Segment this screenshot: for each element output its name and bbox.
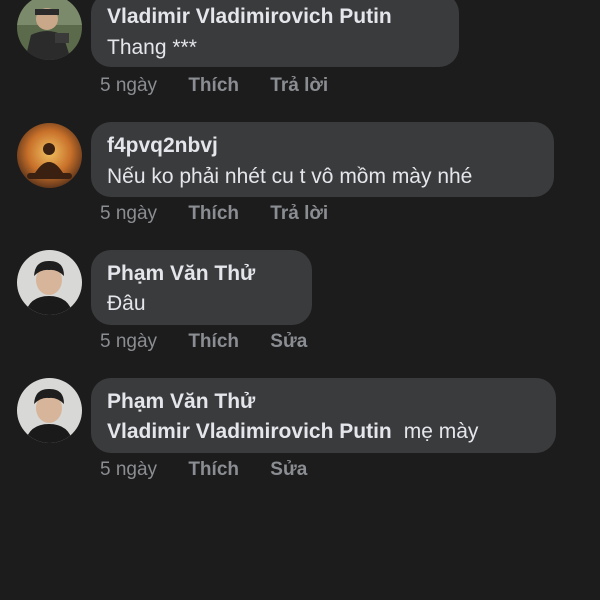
comment-time[interactable]: 5 ngày — [100, 459, 157, 481]
comment-meta: 5 ngày Thích Sửa — [100, 331, 333, 353]
avatar-putin-icon — [17, 0, 82, 60]
avatar[interactable] — [17, 378, 82, 443]
comment-meta: 5 ngày Thích Trả lời — [100, 203, 354, 225]
comment-meta: 5 ngày Thích Sửa — [100, 459, 333, 481]
like-button[interactable]: Thích — [188, 331, 239, 353]
mention-link[interactable]: Vladimir Vladimirovich Putin — [107, 420, 392, 443]
avatar-young-man-icon — [17, 378, 82, 443]
avatar[interactable] — [17, 0, 82, 60]
avatar-young-man-icon — [17, 250, 82, 315]
comment-text: Nếu ko phải nhét cu t vô mồm mày nhé — [107, 165, 473, 188]
avatar-meditation-icon — [17, 123, 82, 188]
edit-button[interactable]: Sửa — [270, 331, 307, 353]
comment-time[interactable]: 5 ngày — [100, 203, 157, 225]
comment-author[interactable]: Phạm Văn Thử — [107, 262, 255, 286]
reply-button[interactable]: Trả lời — [270, 203, 328, 225]
like-button[interactable]: Thích — [188, 459, 239, 481]
comment-text: Đâu — [107, 292, 146, 315]
like-button[interactable]: Thích — [188, 203, 239, 225]
edit-button[interactable]: Sửa — [270, 459, 307, 481]
comment-text: Thang *** — [107, 36, 197, 59]
avatar[interactable] — [17, 250, 82, 315]
comment-time[interactable]: 5 ngày — [100, 75, 157, 97]
comment-bubble: Phạm Văn Thử Đâu — [91, 250, 312, 325]
comment-time[interactable]: 5 ngày — [100, 331, 157, 353]
comment-author[interactable]: Phạm Văn Thử — [107, 390, 255, 414]
avatar[interactable] — [17, 123, 82, 188]
comment-meta: 5 ngày Thích Trả lời — [100, 75, 354, 97]
reply-button[interactable]: Trả lời — [270, 75, 328, 97]
like-button[interactable]: Thích — [188, 75, 239, 97]
comment-bubble: f4pvq2nbvj Nếu ko phải nhét cu t vô mồm … — [91, 122, 554, 197]
comment-author[interactable]: f4pvq2nbvj — [107, 134, 218, 158]
comment-bubble: Phạm Văn Thử Vladimir Vladimirovich Puti… — [91, 378, 556, 453]
comment-reply-text: mẹ mày — [403, 420, 479, 443]
comment-text: Vladimir Vladimirovich Putin mẹ mày — [107, 420, 478, 444]
comment-bubble: Vladimir Vladimirovich Putin Thang *** — [91, 0, 459, 67]
comment-author[interactable]: Vladimir Vladimirovich Putin — [107, 5, 392, 29]
comment-thread: Vladimir Vladimirovich Putin Thang *** 5… — [0, 0, 600, 600]
